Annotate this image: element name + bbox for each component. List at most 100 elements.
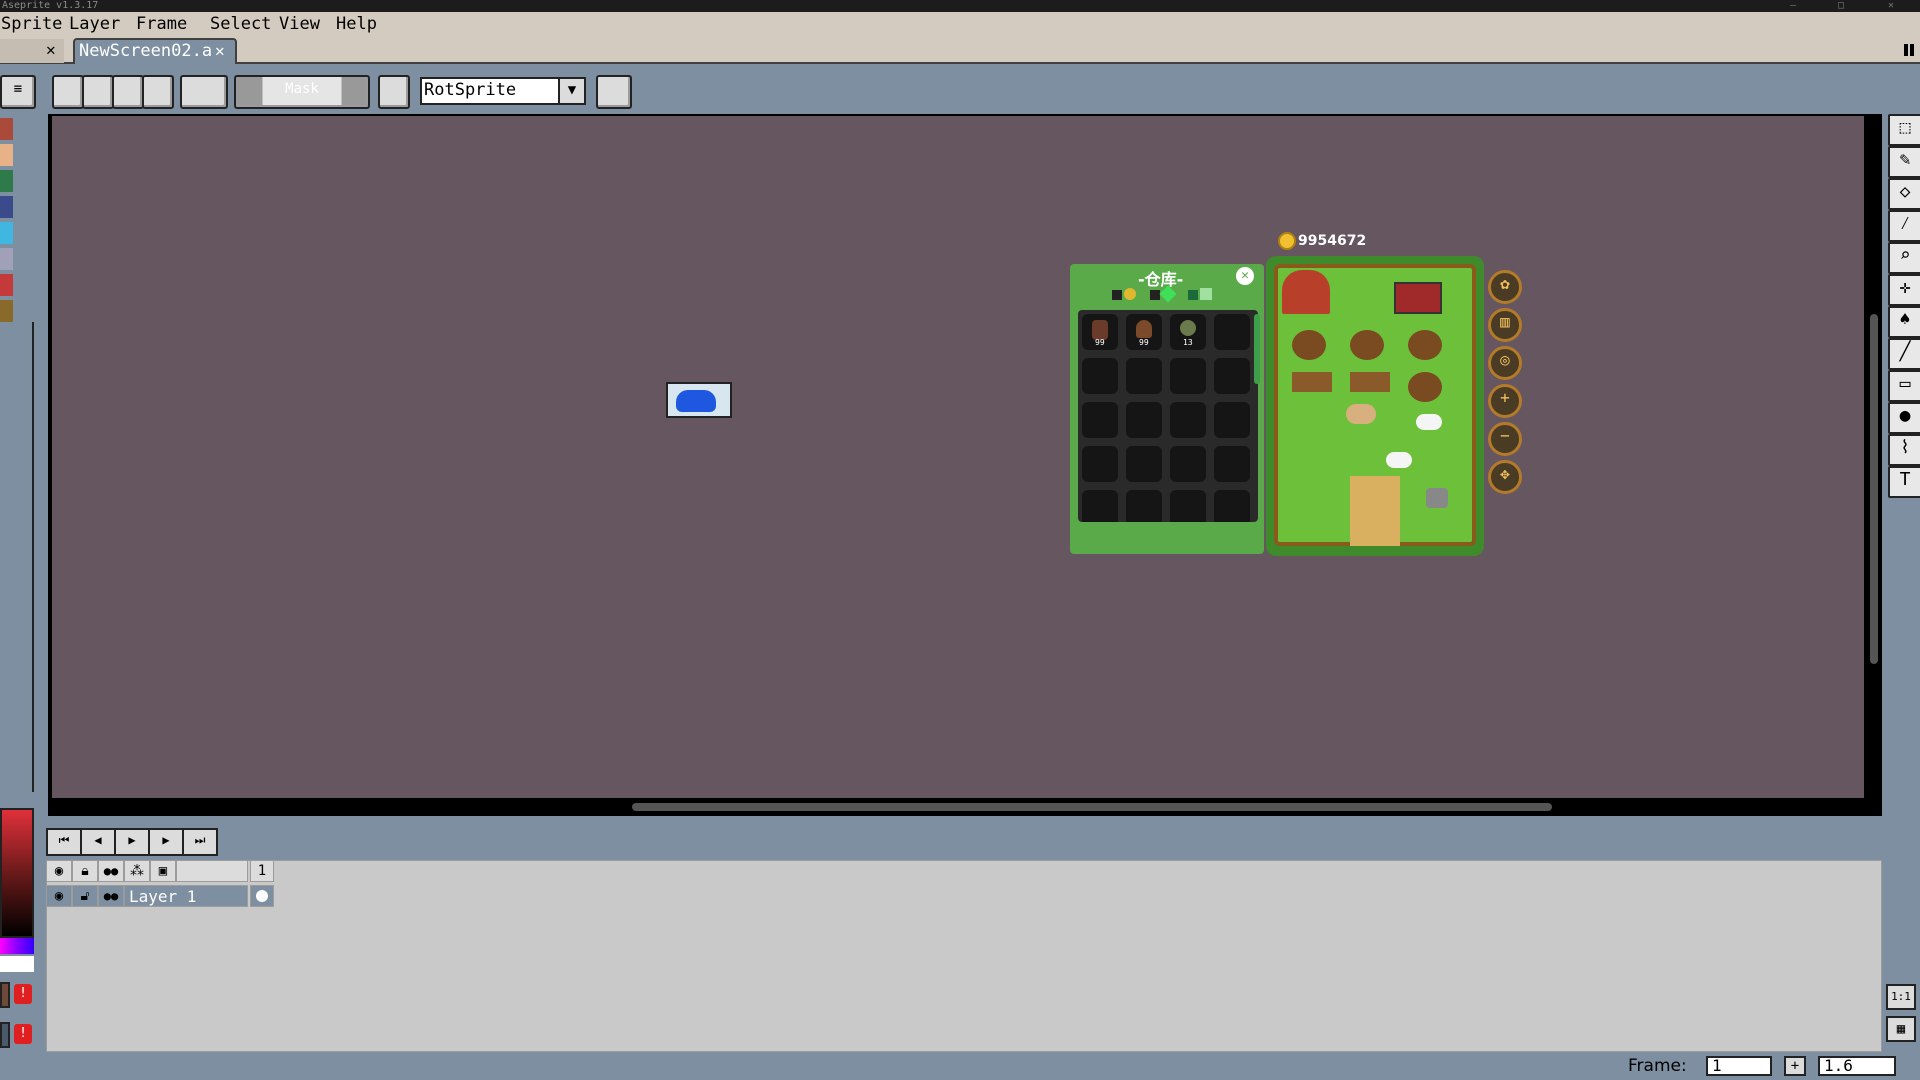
close-panel-icon[interactable]: ✕ — [1236, 267, 1254, 285]
frame-input[interactable]: 1 — [1706, 1056, 1772, 1076]
inventory-slot[interactable] — [1126, 490, 1162, 522]
continuous-icon[interactable]: ●● — [98, 860, 124, 882]
box-filter-icon[interactable] — [1200, 288, 1212, 300]
filmstrip-icon[interactable]: ▦ — [1886, 1016, 1916, 1042]
frame-header[interactable]: 1 — [250, 860, 274, 882]
play-icon[interactable]: ▶ — [114, 828, 150, 856]
soil-plot[interactable] — [1408, 330, 1442, 360]
fence-pen[interactable] — [1292, 372, 1332, 392]
line-tool-icon[interactable]: ╱ — [1888, 338, 1920, 370]
zoom-in-icon[interactable]: + — [1488, 384, 1522, 418]
onion-skin-icon[interactable]: ▣ — [150, 860, 176, 882]
layer-continuous-icon[interactable]: ●● — [98, 885, 124, 907]
inventory-slot[interactable]: 99 — [1082, 314, 1118, 350]
tabs-menu-icon[interactable] — [1904, 44, 1914, 56]
sheep-sprite[interactable] — [1416, 414, 1442, 430]
inventory-slot[interactable] — [1082, 402, 1118, 438]
warning-icon[interactable]: ! — [14, 1024, 32, 1044]
selection-subtract-icon[interactable] — [112, 75, 144, 109]
palette-swatch[interactable] — [0, 300, 13, 322]
inventory-slot[interactable] — [1126, 446, 1162, 482]
mask-color-button[interactable]: Mask — [234, 75, 370, 109]
inventory-slot[interactable] — [1082, 358, 1118, 394]
menu-select[interactable]: Select — [210, 12, 271, 36]
lock-icon[interactable]: 🔒︎ — [72, 860, 98, 882]
transparent-color-icon[interactable] — [180, 75, 228, 109]
inventory-slot[interactable] — [1082, 446, 1118, 482]
inventory-slot[interactable] — [1214, 490, 1250, 522]
inventory-slot[interactable] — [1082, 490, 1118, 522]
soil-plot[interactable] — [1408, 372, 1442, 402]
alpha-slider[interactable] — [0, 956, 34, 972]
tractor-sprite[interactable] — [1426, 488, 1448, 508]
color-spectrum[interactable] — [0, 808, 34, 938]
layer-lock-icon[interactable]: 🔓︎ — [72, 885, 98, 907]
horizontal-scrollbar[interactable] — [52, 798, 1864, 816]
move-icon[interactable]: ✥ — [1488, 460, 1522, 494]
menu-layer[interactable]: Layer — [69, 12, 120, 36]
menu-sprite[interactable]: Sprite — [1, 12, 62, 36]
farm-map[interactable] — [1266, 256, 1484, 556]
rectangular-marquee-icon[interactable]: ⬚ — [1888, 114, 1920, 146]
menu-view[interactable]: View — [279, 12, 320, 36]
zoom-input[interactable]: 1.6 — [1818, 1056, 1896, 1076]
soil-plot[interactable] — [1292, 330, 1326, 360]
pivot-icon[interactable] — [378, 75, 410, 109]
minimize-icon[interactable]: – — [1790, 0, 1796, 12]
palette-swatch[interactable] — [0, 144, 13, 166]
maximize-icon[interactable]: □ — [1838, 0, 1844, 12]
tab-close-icon[interactable]: ✕ — [46, 40, 56, 59]
previous-frame-icon[interactable]: ◀ — [80, 828, 116, 856]
horizontal-scroll-thumb[interactable] — [632, 803, 1552, 811]
next-frame-icon[interactable]: ▶ — [148, 828, 184, 856]
selection-intersect-icon[interactable] — [142, 75, 174, 109]
inventory-slot[interactable] — [1126, 358, 1162, 394]
inventory-slot[interactable]: 99 — [1126, 314, 1162, 350]
last-frame-icon[interactable]: ⏭ — [182, 828, 218, 856]
eyedropper-icon[interactable]: ⁄ — [1888, 210, 1920, 242]
vertical-scroll-thumb[interactable] — [1870, 314, 1878, 664]
tab-previous[interactable]: ✕ — [0, 39, 64, 63]
chevron-down-icon[interactable]: ▼ — [558, 77, 586, 105]
selection-replace-icon[interactable] — [52, 75, 84, 109]
inventory-scrollbar[interactable] — [1254, 314, 1260, 384]
first-frame-icon[interactable]: ⏮ — [46, 828, 82, 856]
palette-swatch[interactable] — [0, 248, 13, 270]
menu-help[interactable]: Help — [336, 12, 377, 36]
layer-visibility-icon[interactable]: ◉ — [46, 885, 72, 907]
stats-icon[interactable]: ▥ — [1488, 308, 1522, 342]
palette-swatch[interactable] — [0, 222, 13, 244]
cel-frame-1[interactable] — [250, 885, 274, 907]
blur-tool-icon[interactable]: ⌇ — [1888, 434, 1920, 466]
sprite-canvas[interactable] — [52, 116, 1864, 798]
inventory-slot[interactable] — [1214, 358, 1250, 394]
move-tool-icon[interactable]: ✛ — [1888, 274, 1920, 306]
foreground-color[interactable] — [0, 982, 10, 1008]
zoom-1to1-icon[interactable]: 1:1 — [1886, 984, 1916, 1010]
barn-building[interactable] — [1282, 270, 1330, 314]
inventory-slot[interactable]: 13 — [1170, 314, 1206, 350]
filter-checkbox[interactable] — [1150, 290, 1160, 300]
hamburger-icon[interactable]: ≡ — [0, 75, 36, 109]
inventory-slot[interactable] — [1170, 490, 1206, 522]
zoom-out-icon[interactable]: − — [1488, 422, 1522, 456]
hue-slider[interactable] — [0, 938, 34, 954]
contour-tool-icon[interactable]: ● — [1888, 402, 1920, 434]
animal-sprite[interactable] — [1346, 404, 1376, 424]
soil-plot[interactable] — [1350, 330, 1384, 360]
palette-swatch[interactable] — [0, 196, 13, 218]
link-icon[interactable]: ⁂ — [124, 860, 150, 882]
tab-active[interactable]: NewScreen02.a ✕ — [73, 38, 237, 64]
palette-swatch[interactable] — [0, 118, 13, 140]
sheep-sprite[interactable] — [1386, 452, 1412, 468]
rectangle-tool-icon[interactable]: ▭ — [1888, 370, 1920, 402]
fence-pen[interactable] — [1350, 372, 1390, 392]
red-cart-building[interactable] — [1394, 282, 1442, 314]
paint-bucket-icon[interactable]: ♠ — [1888, 306, 1920, 338]
warning-icon[interactable]: ! — [14, 984, 32, 1004]
sprite-thumbnail[interactable] — [666, 382, 732, 418]
modify-selection-icon[interactable] — [596, 75, 632, 109]
rotation-algorithm-select[interactable]: RotSprite ▼ — [420, 77, 586, 105]
coin-filter-icon[interactable] — [1124, 288, 1136, 300]
inventory-slot[interactable] — [1170, 446, 1206, 482]
